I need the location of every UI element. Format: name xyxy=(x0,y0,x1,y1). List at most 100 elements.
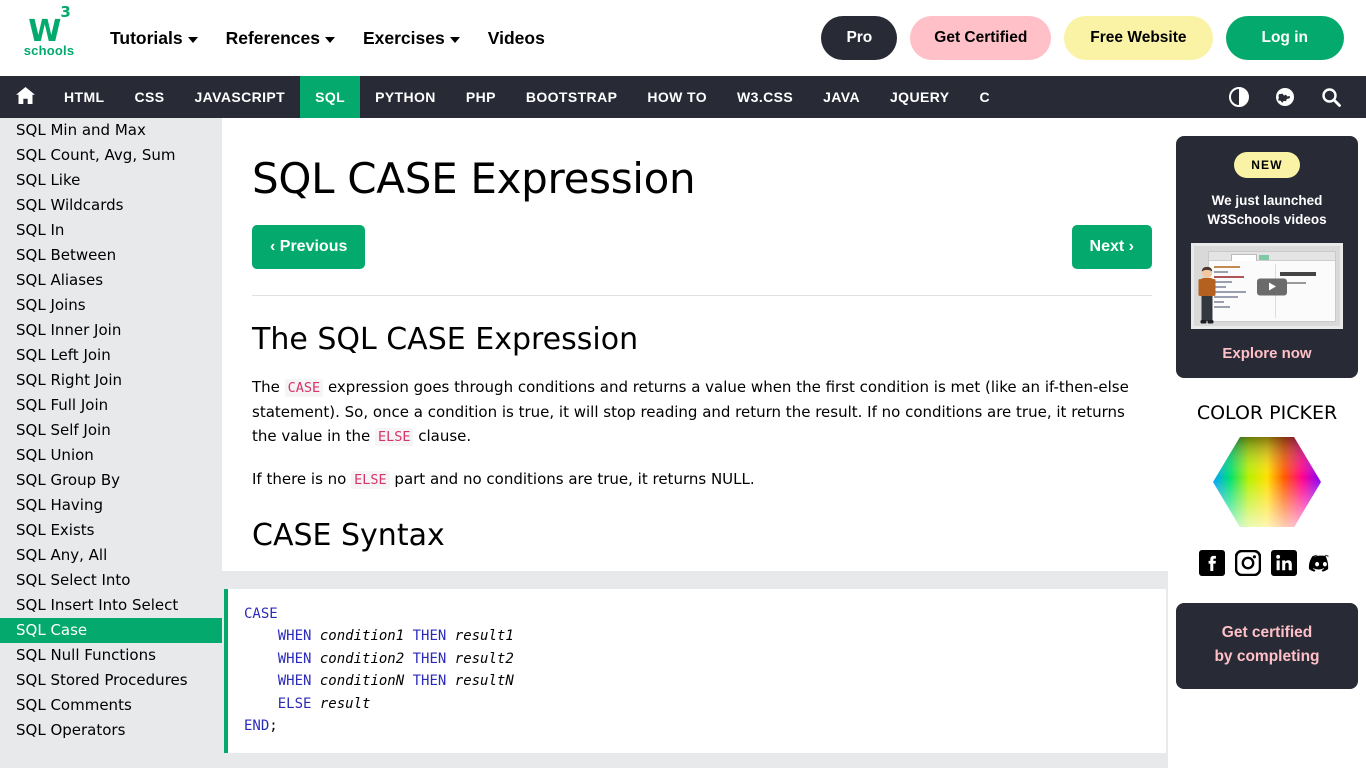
navbar-spacer xyxy=(1005,76,1216,118)
chevron-down-icon xyxy=(324,36,335,43)
color-picker-widget[interactable] xyxy=(1176,434,1358,530)
code-plain xyxy=(311,696,319,712)
section-title-case-syntax: CASE Syntax xyxy=(252,518,445,553)
code-plain xyxy=(311,651,319,667)
nav-exercises[interactable]: Exercises xyxy=(363,28,460,49)
log-in-button[interactable]: Log in xyxy=(1225,16,1344,60)
code-plain xyxy=(404,628,412,644)
sidebar-item-sql-null-functions[interactable]: SQL Null Functions xyxy=(0,643,222,668)
nav-bootstrap[interactable]: BOOTSTRAP xyxy=(511,76,633,118)
sidebar-item-sql-full-join[interactable]: SQL Full Join xyxy=(0,393,222,418)
cert-line1: Get certified xyxy=(1221,624,1313,641)
sidebar-item-sql-comments[interactable]: SQL Comments xyxy=(0,693,222,718)
thumbnail-tab-accent xyxy=(1259,255,1269,260)
get-certified-button[interactable]: Get Certified xyxy=(910,16,1052,60)
pagination-controls: ‹ Previous Next › xyxy=(252,225,1152,296)
explore-now-link[interactable]: Explore now xyxy=(1188,345,1346,362)
code-plain xyxy=(404,673,412,689)
code-block[interactable]: CASE WHEN condition1 THEN result1 WHEN c… xyxy=(224,589,1166,754)
sidebar-item-sql-any-all[interactable]: SQL Any, All xyxy=(0,543,222,568)
pro-button[interactable]: Pro xyxy=(821,16,898,60)
nav-html[interactable]: HTML xyxy=(49,76,119,118)
nav-python[interactable]: PYTHON xyxy=(360,76,451,118)
code-keyword: WHEN xyxy=(277,650,312,667)
sidebar-item-sql-like[interactable]: SQL Like xyxy=(0,168,222,193)
sidebar-item-sql-count-avg-sum[interactable]: SQL Count, Avg, Sum xyxy=(0,143,222,168)
w3schools-logo[interactable]: W3 schools xyxy=(18,5,80,64)
sidebar-item-sql-self-join[interactable]: SQL Self Join xyxy=(0,418,222,443)
code-block-container: CASE WHEN condition1 THEN result1 WHEN c… xyxy=(222,571,1168,768)
color-hexagon-icon[interactable] xyxy=(1213,434,1321,530)
nav-javascript[interactable]: JAVASCRIPT xyxy=(179,76,300,118)
play-button-icon[interactable] xyxy=(1257,278,1287,295)
sidebar-item-sql-select-into[interactable]: SQL Select Into xyxy=(0,568,222,593)
nav-how-to[interactable]: HOW TO xyxy=(632,76,722,118)
thumbnail-code-line xyxy=(1214,291,1246,293)
sidebar-item-sql-exists[interactable]: SQL Exists xyxy=(0,518,222,543)
thumbnail-code-lines xyxy=(1214,266,1246,311)
sidebar-item-sql-joins[interactable]: SQL Joins xyxy=(0,293,222,318)
free-website-button[interactable]: Free Website xyxy=(1064,16,1213,60)
previous-button[interactable]: ‹ Previous xyxy=(252,225,366,269)
page-title: SQL CASE Expression xyxy=(252,154,696,203)
facebook-icon[interactable] xyxy=(1199,550,1225,581)
code-keyword: THEN xyxy=(412,628,447,645)
nav-jquery[interactable]: JQUERY xyxy=(875,76,964,118)
nav-home[interactable] xyxy=(0,76,49,118)
get-certified-card[interactable]: Get certified by completing xyxy=(1176,603,1358,689)
code-identifier: result2 xyxy=(454,650,514,667)
discord-icon[interactable] xyxy=(1307,550,1335,581)
search-icon[interactable] xyxy=(1308,76,1354,118)
sidebar-item-sql-case[interactable]: SQL Case xyxy=(0,618,222,643)
nav-php[interactable]: PHP xyxy=(451,76,511,118)
sidebar-item-sql-right-join[interactable]: SQL Right Join xyxy=(0,368,222,393)
nav-references-label: References xyxy=(225,27,320,48)
cert-line2: by completing xyxy=(1214,648,1320,665)
code-identifier: result xyxy=(319,695,371,712)
code-plain xyxy=(244,628,278,644)
nav-references[interactable]: References xyxy=(226,28,335,49)
next-button[interactable]: Next › xyxy=(1071,225,1152,269)
sidebar-item-sql-inner-join[interactable]: SQL Inner Join xyxy=(0,318,222,343)
right-sidebar: NEW We just launched W3Schools videos Ex… xyxy=(1168,118,1366,768)
sidebar-item-sql-in[interactable]: SQL In xyxy=(0,218,222,243)
code-plain xyxy=(446,673,454,689)
inline-code-else: ELSE xyxy=(374,428,414,446)
sidebar-item-sql-wildcards[interactable]: SQL Wildcards xyxy=(0,193,222,218)
video-promo-card[interactable]: NEW We just launched W3Schools videos Ex… xyxy=(1176,136,1358,378)
play-triangle-icon xyxy=(1268,282,1276,291)
sidebar-item-sql-between[interactable]: SQL Between xyxy=(0,243,222,268)
sidebar-item-sql-min-and-max[interactable]: SQL Min and Max xyxy=(0,118,222,143)
sidebar-item-sql-stored-procedures[interactable]: SQL Stored Procedures xyxy=(0,668,222,693)
nav-c[interactable]: C xyxy=(964,76,1005,118)
nav-videos[interactable]: Videos xyxy=(488,28,545,49)
linkedin-icon[interactable] xyxy=(1271,550,1297,581)
home-icon xyxy=(16,87,35,107)
sidebar-item-sql-operators[interactable]: SQL Operators xyxy=(0,718,222,743)
nav-java[interactable]: JAVA xyxy=(808,76,875,118)
nav-w3css[interactable]: W3.CSS xyxy=(722,76,808,118)
video-thumbnail[interactable] xyxy=(1191,243,1343,329)
main-content: SQL CASE Expression ‹ Previous Next › Th… xyxy=(222,118,1168,768)
nav-css[interactable]: CSS xyxy=(119,76,179,118)
sidebar-item-sql-left-join[interactable]: SQL Left Join xyxy=(0,343,222,368)
nav-sql[interactable]: SQL xyxy=(300,76,361,118)
sidebar-item-sql-aliases[interactable]: SQL Aliases xyxy=(0,268,222,293)
sidebar-item-sql-union[interactable]: SQL Union xyxy=(0,443,222,468)
code-plain xyxy=(311,673,319,689)
dark-mode-icon[interactable] xyxy=(1216,76,1262,118)
sidebar-item-sql-group-by[interactable]: SQL Group By xyxy=(0,468,222,493)
inline-code-case: CASE xyxy=(284,379,324,397)
code-keyword: THEN xyxy=(412,673,447,690)
promo-heading-line2: W3Schools videos xyxy=(1207,212,1327,227)
translate-globe-icon[interactable] xyxy=(1262,76,1308,118)
paragraph-intro-part3: clause. xyxy=(413,427,472,445)
nav-tutorials[interactable]: Tutorials xyxy=(110,28,198,49)
promo-heading-line1: We just launched xyxy=(1211,193,1323,208)
instagram-icon[interactable] xyxy=(1234,549,1262,581)
nav-exercises-label: Exercises xyxy=(362,27,445,48)
sidebar-item-sql-insert-into-select[interactable]: SQL Insert Into Select xyxy=(0,593,222,618)
sidebar-item-sql-having[interactable]: SQL Having xyxy=(0,493,222,518)
code-plain xyxy=(244,696,278,712)
sidebar-nav[interactable]: SQL Min and Max SQL Count, Avg, Sum SQL … xyxy=(0,118,222,768)
